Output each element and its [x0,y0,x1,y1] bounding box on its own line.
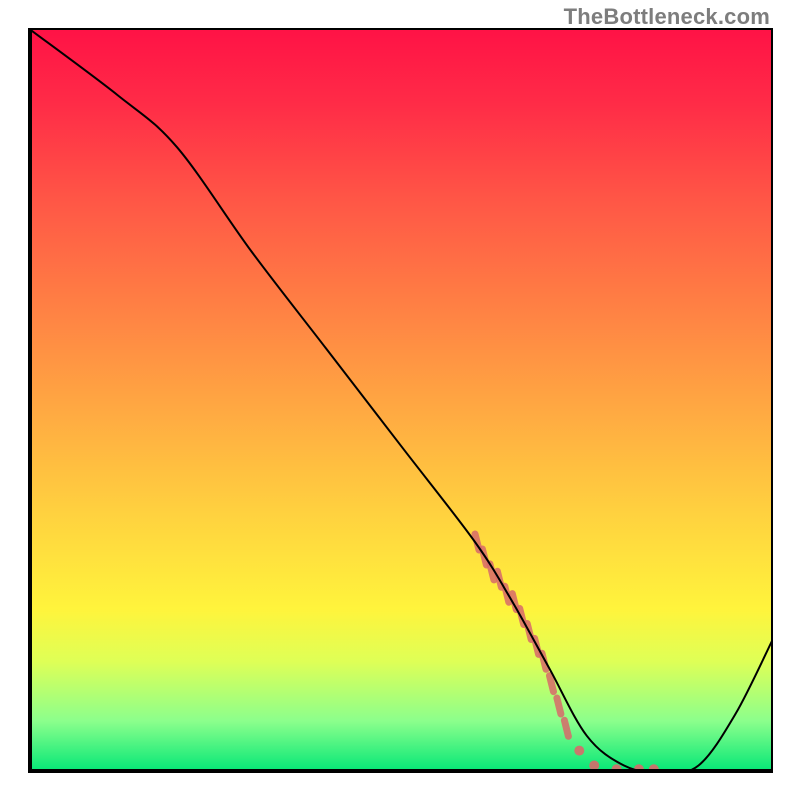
watermark-text: TheBottleneck.com [564,4,770,30]
highlight-tick [557,698,561,714]
highlight-tick [550,676,554,692]
highlight-dot [589,761,599,771]
plot-area [28,28,773,773]
chart-container: TheBottleneck.com [0,0,800,800]
highlight-dot [612,764,622,773]
scatter-points [475,534,659,773]
chart-svg [28,28,773,773]
highlight-tick [564,720,568,736]
bottleneck-curve [28,28,773,773]
highlight-dot [574,746,584,756]
